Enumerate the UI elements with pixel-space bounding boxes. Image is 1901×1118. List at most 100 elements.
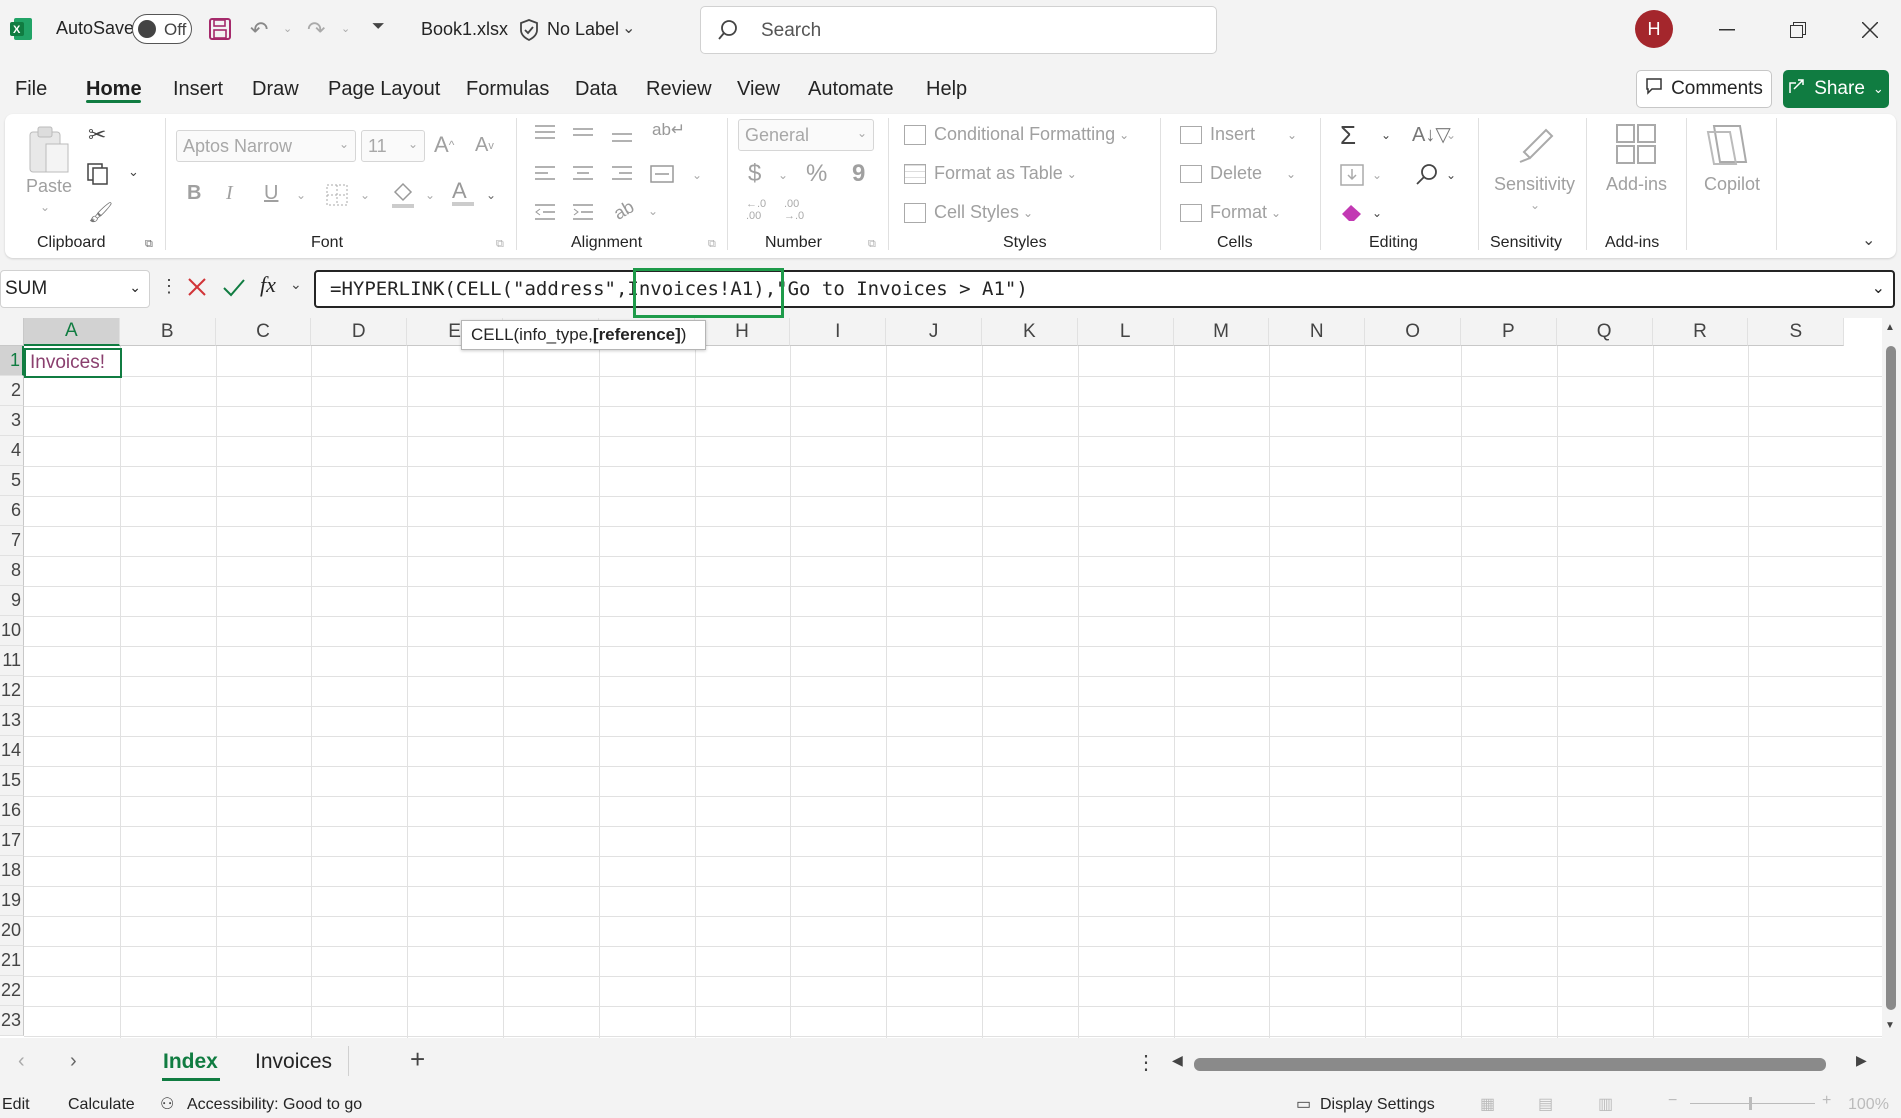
- column-header[interactable]: Q: [1556, 318, 1653, 346]
- font-color-dropdown-icon[interactable]: ⌄: [486, 188, 496, 202]
- find-select-dropdown-icon[interactable]: ⌄: [1446, 168, 1456, 182]
- row-header[interactable]: 18: [0, 856, 24, 886]
- scroll-left-icon[interactable]: ◀: [1172, 1052, 1183, 1069]
- row-header[interactable]: 9: [0, 586, 24, 616]
- font-size-dropdown[interactable]: 11 ⌄: [361, 130, 425, 162]
- menu-formulas[interactable]: Formulas: [466, 78, 549, 101]
- share-button[interactable]: Share ⌄: [1783, 70, 1889, 108]
- sheet-tab-index[interactable]: Index: [163, 1050, 218, 1074]
- merge-center-icon[interactable]: [650, 164, 674, 189]
- addins-button-label[interactable]: Add-ins: [1606, 174, 1667, 195]
- row-header[interactable]: 15: [0, 766, 24, 796]
- decrease-indent-icon[interactable]: [534, 202, 556, 227]
- label-dropdown-icon[interactable]: ⌄: [622, 18, 635, 38]
- wrap-text-icon[interactable]: ab↵: [652, 120, 685, 140]
- currency-icon[interactable]: $: [748, 160, 761, 188]
- column-header[interactable]: B: [119, 318, 216, 346]
- row-header[interactable]: 11: [0, 646, 24, 676]
- percent-icon[interactable]: %: [806, 160, 827, 188]
- row-header[interactable]: 5: [0, 466, 24, 496]
- menu-automate[interactable]: Automate: [808, 78, 894, 101]
- copy-icon[interactable]: [86, 162, 110, 191]
- scroll-down-icon[interactable]: ▼: [1885, 1020, 1895, 1031]
- menu-data[interactable]: Data: [575, 78, 617, 101]
- column-header[interactable]: R: [1652, 318, 1749, 346]
- borders-icon[interactable]: [326, 184, 348, 211]
- grow-font-icon[interactable]: A ^: [434, 132, 454, 158]
- sensitivity-icon[interactable]: [1516, 122, 1556, 169]
- fill-dropdown-icon[interactable]: ⌄: [1372, 168, 1382, 182]
- copy-dropdown-icon[interactable]: ⌄: [128, 164, 139, 180]
- cut-icon[interactable]: ✂: [88, 122, 106, 148]
- search-box[interactable]: Search: [700, 6, 1217, 54]
- collapse-ribbon-icon[interactable]: ⌄: [1862, 230, 1875, 250]
- top-align-icon[interactable]: [534, 124, 556, 149]
- paste-dropdown-icon[interactable]: ⌄: [40, 200, 50, 214]
- find-select-icon[interactable]: [1414, 162, 1440, 191]
- number-launcher-icon[interactable]: ⧉: [868, 238, 876, 251]
- fill-color-icon[interactable]: [390, 180, 416, 215]
- name-box[interactable]: SUM ⌄: [0, 270, 150, 308]
- column-header[interactable]: C: [215, 318, 312, 346]
- row-header[interactable]: 6: [0, 496, 24, 526]
- avatar[interactable]: H: [1635, 10, 1673, 48]
- menu-file[interactable]: File: [15, 78, 47, 101]
- sheet-options-icon[interactable]: ⋮: [1136, 1050, 1156, 1075]
- underline-dropdown-icon[interactable]: ⌄: [296, 188, 306, 202]
- row-header[interactable]: 7: [0, 526, 24, 556]
- row-header[interactable]: 16: [0, 796, 24, 826]
- prev-sheet-icon[interactable]: ‹: [18, 1050, 25, 1073]
- status-calculate[interactable]: Calculate: [68, 1096, 135, 1114]
- increase-decimal-icon[interactable]: ←.0.00: [746, 198, 766, 222]
- conditional-formatting-button[interactable]: Conditional Formatting ⌄: [904, 124, 1129, 145]
- row-header[interactable]: 1: [0, 346, 24, 376]
- delete-cells-button[interactable]: Delete ⌄: [1180, 163, 1296, 184]
- menu-home[interactable]: Home: [86, 78, 142, 101]
- customize-toolbar-icon[interactable]: ⏷: [372, 18, 385, 36]
- cell-a1[interactable]: Invoices!: [24, 348, 122, 378]
- align-center-icon[interactable]: [572, 164, 594, 189]
- close-icon[interactable]: [1850, 10, 1890, 50]
- sort-filter-icon[interactable]: A↓▽: [1412, 122, 1451, 147]
- fx-dropdown-icon[interactable]: ⌄: [290, 276, 302, 293]
- status-accessibility[interactable]: Accessibility: Good to go: [187, 1096, 362, 1114]
- page-break-view-icon[interactable]: ▥: [1598, 1094, 1613, 1114]
- cancel-icon[interactable]: [186, 276, 208, 303]
- menu-view[interactable]: View: [737, 78, 780, 101]
- format-cells-button[interactable]: Format ⌄: [1180, 202, 1281, 223]
- clear-icon[interactable]: [1340, 202, 1364, 227]
- copilot-icon[interactable]: [1704, 122, 1754, 171]
- clear-dropdown-icon[interactable]: ⌄: [1372, 206, 1382, 220]
- column-header[interactable]: O: [1365, 318, 1461, 346]
- zoom-out-icon[interactable]: −: [1668, 1092, 1677, 1110]
- middle-align-icon[interactable]: [572, 124, 594, 149]
- row-header[interactable]: 22: [0, 976, 24, 1006]
- vertical-scroll-thumb[interactable]: [1886, 346, 1896, 1010]
- menu-draw[interactable]: Draw: [252, 78, 299, 101]
- column-header[interactable]: A: [24, 318, 120, 346]
- insert-cells-button[interactable]: Insert ⌄: [1180, 124, 1297, 145]
- file-name[interactable]: Book1.xlsx: [421, 19, 508, 40]
- row-header[interactable]: 4: [0, 436, 24, 466]
- comma-icon[interactable]: 9: [852, 160, 865, 188]
- enter-icon[interactable]: [222, 276, 246, 303]
- worksheet-grid[interactable]: [0, 318, 1901, 1038]
- display-settings-button[interactable]: Display Settings: [1320, 1096, 1435, 1114]
- normal-view-icon[interactable]: ▦: [1480, 1094, 1495, 1114]
- scroll-right-icon[interactable]: ▶: [1856, 1052, 1867, 1069]
- select-all-corner[interactable]: [0, 318, 24, 346]
- merge-dropdown-icon[interactable]: ⌄: [692, 168, 702, 182]
- column-header[interactable]: I: [790, 318, 887, 346]
- row-header[interactable]: 19: [0, 886, 24, 916]
- row-header[interactable]: 17: [0, 826, 24, 856]
- increase-indent-icon[interactable]: [572, 202, 594, 227]
- clipboard-launcher-icon[interactable]: ⧉: [145, 238, 153, 251]
- redo-dropdown-icon[interactable]: ⌄: [341, 22, 350, 35]
- addins-icon[interactable]: [1616, 124, 1656, 169]
- add-sheet-button[interactable]: +: [410, 1044, 425, 1075]
- paste-icon[interactable]: [28, 124, 72, 181]
- paste-label[interactable]: Paste: [26, 176, 72, 197]
- menu-page-layout[interactable]: Page Layout: [328, 78, 440, 101]
- row-header[interactable]: 20: [0, 916, 24, 946]
- column-header[interactable]: K: [982, 318, 1078, 346]
